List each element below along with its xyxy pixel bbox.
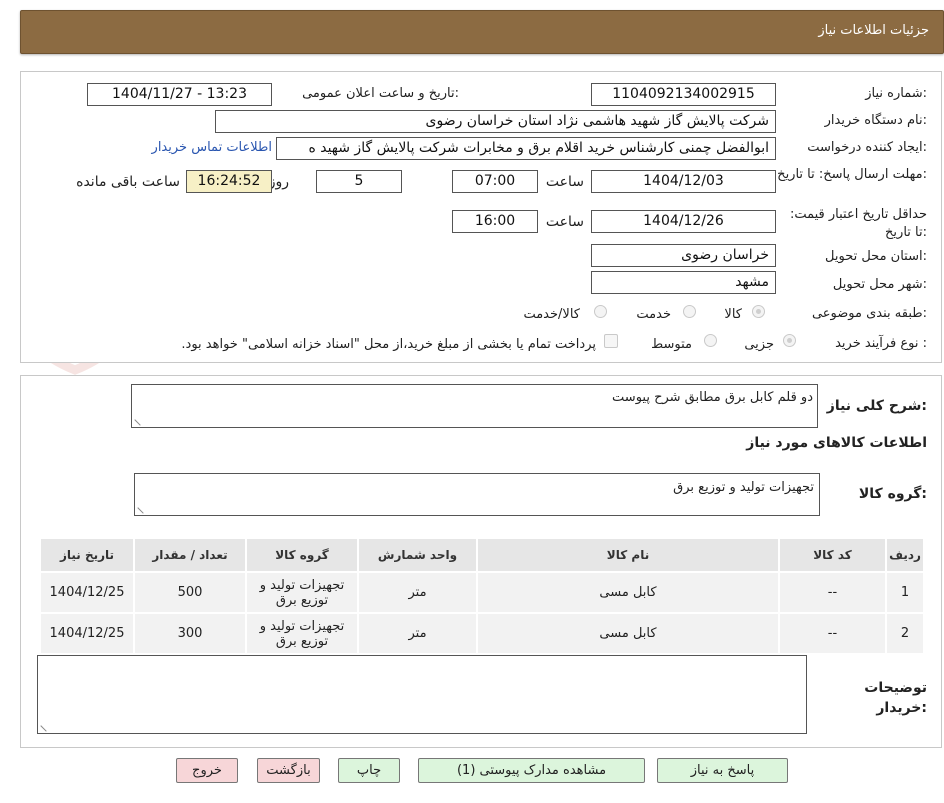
contact-buyer-link[interactable]: اطلاعات تماس خریدار	[152, 140, 272, 155]
goods-group-textarea[interactable]: تجهیزات تولید و توزیع برق	[134, 473, 820, 516]
deadline-date-field: 1404/12/03	[591, 170, 776, 193]
category-radio-both[interactable]	[594, 305, 607, 318]
cell-code: --	[778, 571, 887, 614]
col-row: ردیف	[885, 537, 925, 573]
notes-label: توضیحات خریدار:	[864, 680, 927, 716]
buyer-org-label: نام دستگاه خریدار:	[824, 113, 927, 128]
items-table: ردیف کد کالا نام کالا واحد شمارش گروه کا…	[39, 537, 925, 655]
validity-time-label: ساعت	[545, 214, 584, 230]
treasury-checkbox[interactable]	[604, 334, 618, 348]
col-name: نام کالا	[476, 537, 780, 573]
cell-unit: متر	[357, 612, 478, 655]
days-field: 5	[316, 170, 402, 193]
cell-group: تجهیزات تولید و توزیع برق	[245, 612, 359, 655]
table-header-row: ردیف کد کالا نام کالا واحد شمارش گروه کا…	[39, 537, 925, 573]
col-code: کد کالا	[778, 537, 887, 573]
page-header: جزئیات اطلاعات نیاز	[20, 10, 944, 54]
goods-group-text: تجهیزات تولید و توزیع برق	[673, 480, 814, 495]
description-textarea[interactable]: دو قلم کابل برق مطابق شرح پیوست	[131, 384, 818, 428]
process-radio-medium[interactable]	[704, 334, 717, 347]
notes-textarea[interactable]	[37, 655, 807, 734]
col-group: گروه کالا	[245, 537, 359, 573]
category-option-goods: کالا	[724, 307, 742, 322]
process-radio-minor[interactable]	[783, 334, 796, 347]
table-row: 2 -- کابل مسی متر تجهیزات تولید و توزیع …	[39, 612, 925, 655]
category-option-both: کالا/خدمت	[523, 307, 580, 322]
category-label: طبقه بندی موضوعی:	[811, 306, 927, 321]
deadline-time-label: ساعت	[545, 174, 584, 190]
description-text: دو قلم کابل برق مطابق شرح پیوست	[612, 390, 813, 405]
need-number-label: شماره نیاز:	[865, 86, 927, 101]
cell-date: 1404/12/25	[39, 612, 135, 655]
deadline-time-field: 07:00	[452, 170, 538, 193]
cell-row: 1	[885, 571, 925, 614]
cell-qty: 500	[133, 571, 247, 614]
requester-field: ابوالفضل چمنی کارشناس خرید اقلام برق و م…	[276, 137, 776, 160]
cell-name: کابل مسی	[476, 612, 780, 655]
city-field: مشهد	[591, 271, 776, 294]
city-label: شهر محل تحویل:	[832, 277, 927, 292]
goods-group-label: گروه کالا:	[858, 486, 927, 502]
buyer-org-field: شرکت پالایش گاز شهید هاشمی نژاد استان خر…	[215, 110, 776, 133]
remaining-label: ساعت باقی مانده	[76, 174, 180, 190]
process-option-medium: متوسط	[651, 337, 692, 352]
reply-button[interactable]: پاسخ به نیاز	[657, 758, 788, 783]
validity-date-field: 1404/12/26	[591, 210, 776, 233]
cell-unit: متر	[357, 571, 478, 614]
cell-name: کابل مسی	[476, 571, 780, 614]
table-row: 1 -- کابل مسی متر تجهیزات تولید و توزیع …	[39, 571, 925, 614]
province-field: خراسان رضوی	[591, 244, 776, 267]
category-radio-service[interactable]	[683, 305, 696, 318]
print-button[interactable]: چاپ	[338, 758, 400, 783]
payment-note: پرداخت تمام یا بخشی از مبلغ خرید،از محل …	[181, 337, 596, 352]
description-label: شرح کلی نیاز:	[826, 398, 927, 414]
validity-time-field: 16:00	[452, 210, 538, 233]
view-attachments-button[interactable]: مشاهده مدارک پیوستی (1)	[418, 758, 645, 783]
need-number-field: 1104092134002915	[591, 83, 776, 106]
process-label: نوع فرآیند خرید :	[835, 336, 927, 351]
province-label: استان محل تحویل:	[825, 249, 927, 264]
cell-code: --	[778, 612, 887, 655]
announce-label: تاریخ و ساعت اعلان عمومی:	[302, 86, 459, 101]
resize-grip-icon[interactable]	[137, 502, 149, 514]
resize-grip-icon[interactable]	[134, 414, 146, 426]
requester-label: ایجاد کننده درخواست:	[807, 140, 927, 155]
col-unit: واحد شمارش	[357, 537, 478, 573]
category-radio-goods[interactable]	[752, 305, 765, 318]
category-option-service: خدمت	[636, 307, 671, 322]
cell-qty: 300	[133, 612, 247, 655]
page-title: جزئیات اطلاعات نیاز	[818, 23, 929, 38]
exit-button[interactable]: خروج	[176, 758, 238, 783]
back-button[interactable]: بازگشت	[257, 758, 320, 783]
col-date: تاریخ نیاز	[39, 537, 135, 573]
cell-row: 2	[885, 612, 925, 655]
remaining-time-field: 16:24:52	[186, 170, 272, 193]
process-option-minor: جزیی	[744, 337, 774, 352]
announce-field: 1404/11/27 - 13:23	[87, 83, 272, 106]
goods-info-title: اطلاعات کالاهای مورد نیاز	[746, 435, 927, 451]
cell-group: تجهیزات تولید و توزیع برق	[245, 571, 359, 614]
deadline-label: مهلت ارسال پاسخ: تا تاریخ:	[777, 167, 927, 182]
cell-date: 1404/12/25	[39, 571, 135, 614]
resize-grip-icon[interactable]	[40, 720, 52, 732]
col-qty: تعداد / مقدار	[133, 537, 247, 573]
validity-label: حداقل تاریخ اعتبار قیمت: تا تاریخ:	[789, 207, 927, 240]
